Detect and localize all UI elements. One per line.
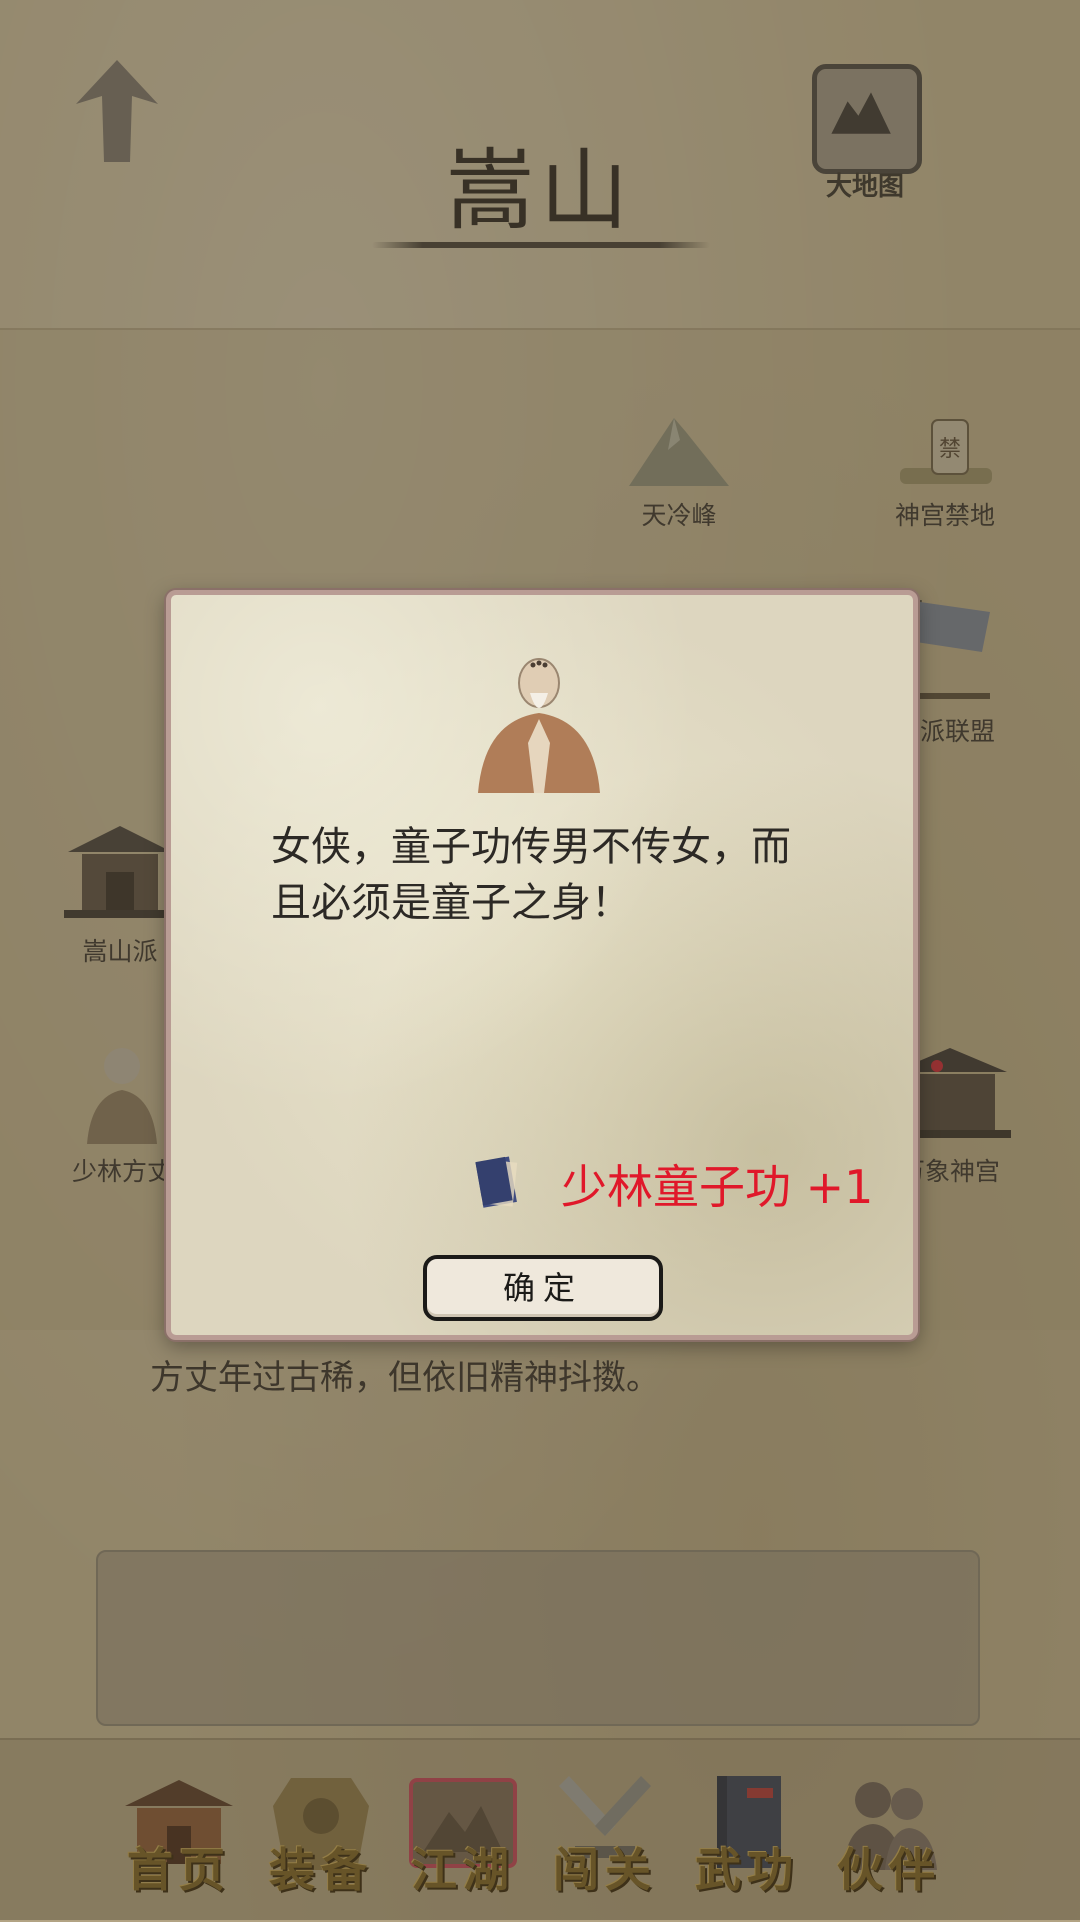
- reward-dialog: 女侠，童子功传男不传女，而且必须是童子之身！ 少林童子功 +1 确定: [166, 590, 918, 1340]
- confirm-button[interactable]: 确定: [423, 1255, 663, 1321]
- book-icon: [475, 1156, 518, 1208]
- dialog-message: 女侠，童子功传男不传女，而且必须是童子之身！: [271, 824, 791, 926]
- monk-portrait-icon: [478, 658, 600, 793]
- reward-text: 少林童子功 +1: [561, 1160, 874, 1214]
